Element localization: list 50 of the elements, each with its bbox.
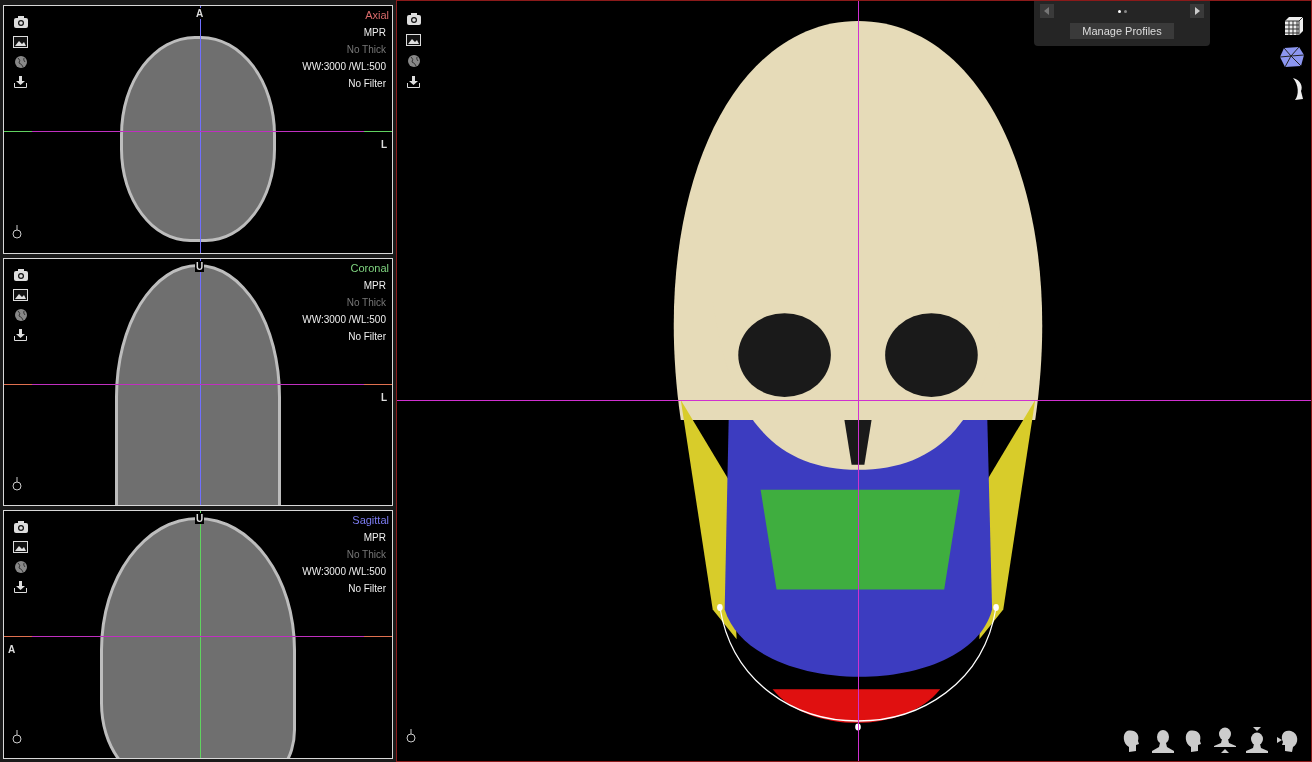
info-label: MPR [363, 532, 386, 544]
orientation-label: A [195, 8, 205, 19]
voxel-grid-icon[interactable] [1283, 15, 1305, 37]
manage-profiles-button[interactable]: Manage Profiles [1070, 23, 1174, 39]
jaw-icon[interactable] [1291, 77, 1305, 101]
orientation-label: U [195, 260, 205, 272]
camera-icon[interactable] [13, 521, 28, 534]
head-bottom-view-icon[interactable] [1213, 727, 1237, 753]
head-front-icon[interactable] [1151, 729, 1175, 753]
page-dot[interactable] [1123, 9, 1127, 13]
globe-icon[interactable] [14, 56, 27, 68]
head-top-view-icon[interactable] [1245, 727, 1269, 753]
pin-icon[interactable] [12, 224, 22, 239]
info-label: MPR [363, 27, 386, 38]
info-label: WW:3000 /WL:500 [302, 566, 386, 578]
camera-icon[interactable] [13, 268, 28, 281]
pin-icon[interactable] [12, 477, 22, 492]
info-label: No Thick [346, 549, 386, 561]
info-label: MPR [363, 279, 386, 291]
download-icon[interactable] [14, 76, 27, 88]
orientation-label: L [380, 391, 387, 403]
info-label: WW:3000 /WL:500 [302, 313, 386, 325]
info-label: No Filter [348, 78, 386, 89]
info-label: No Thick [346, 44, 386, 55]
view-name: Coronal [350, 261, 389, 274]
view-name: Sagittal [352, 514, 389, 527]
globe-icon[interactable] [14, 308, 27, 321]
globe-icon[interactable] [14, 561, 27, 574]
info-label: WW:3000 /WL:500 [302, 61, 386, 72]
info-label: No Filter [348, 330, 386, 342]
mesh-icon[interactable] [1279, 46, 1305, 68]
orientation-label: L [380, 139, 387, 150]
view-name: Axial [365, 9, 389, 21]
orientation-label: U [195, 513, 205, 525]
image-icon[interactable] [13, 288, 28, 301]
image-icon[interactable] [13, 541, 28, 554]
download-icon[interactable] [407, 76, 420, 88]
globe-icon[interactable] [407, 55, 420, 67]
download-icon[interactable] [14, 581, 27, 594]
download-icon[interactable] [14, 328, 27, 341]
image-icon[interactable] [406, 34, 421, 46]
page-dot[interactable] [1117, 9, 1121, 13]
pin-icon[interactable] [12, 730, 22, 744]
camera-icon[interactable] [406, 13, 421, 25]
camera-icon[interactable] [13, 16, 28, 28]
image-icon[interactable] [13, 36, 28, 48]
info-label: No Thick [346, 296, 386, 308]
pin-icon[interactable] [406, 729, 416, 743]
info-label: No Filter [348, 583, 386, 595]
orientation-label: A [8, 644, 16, 656]
